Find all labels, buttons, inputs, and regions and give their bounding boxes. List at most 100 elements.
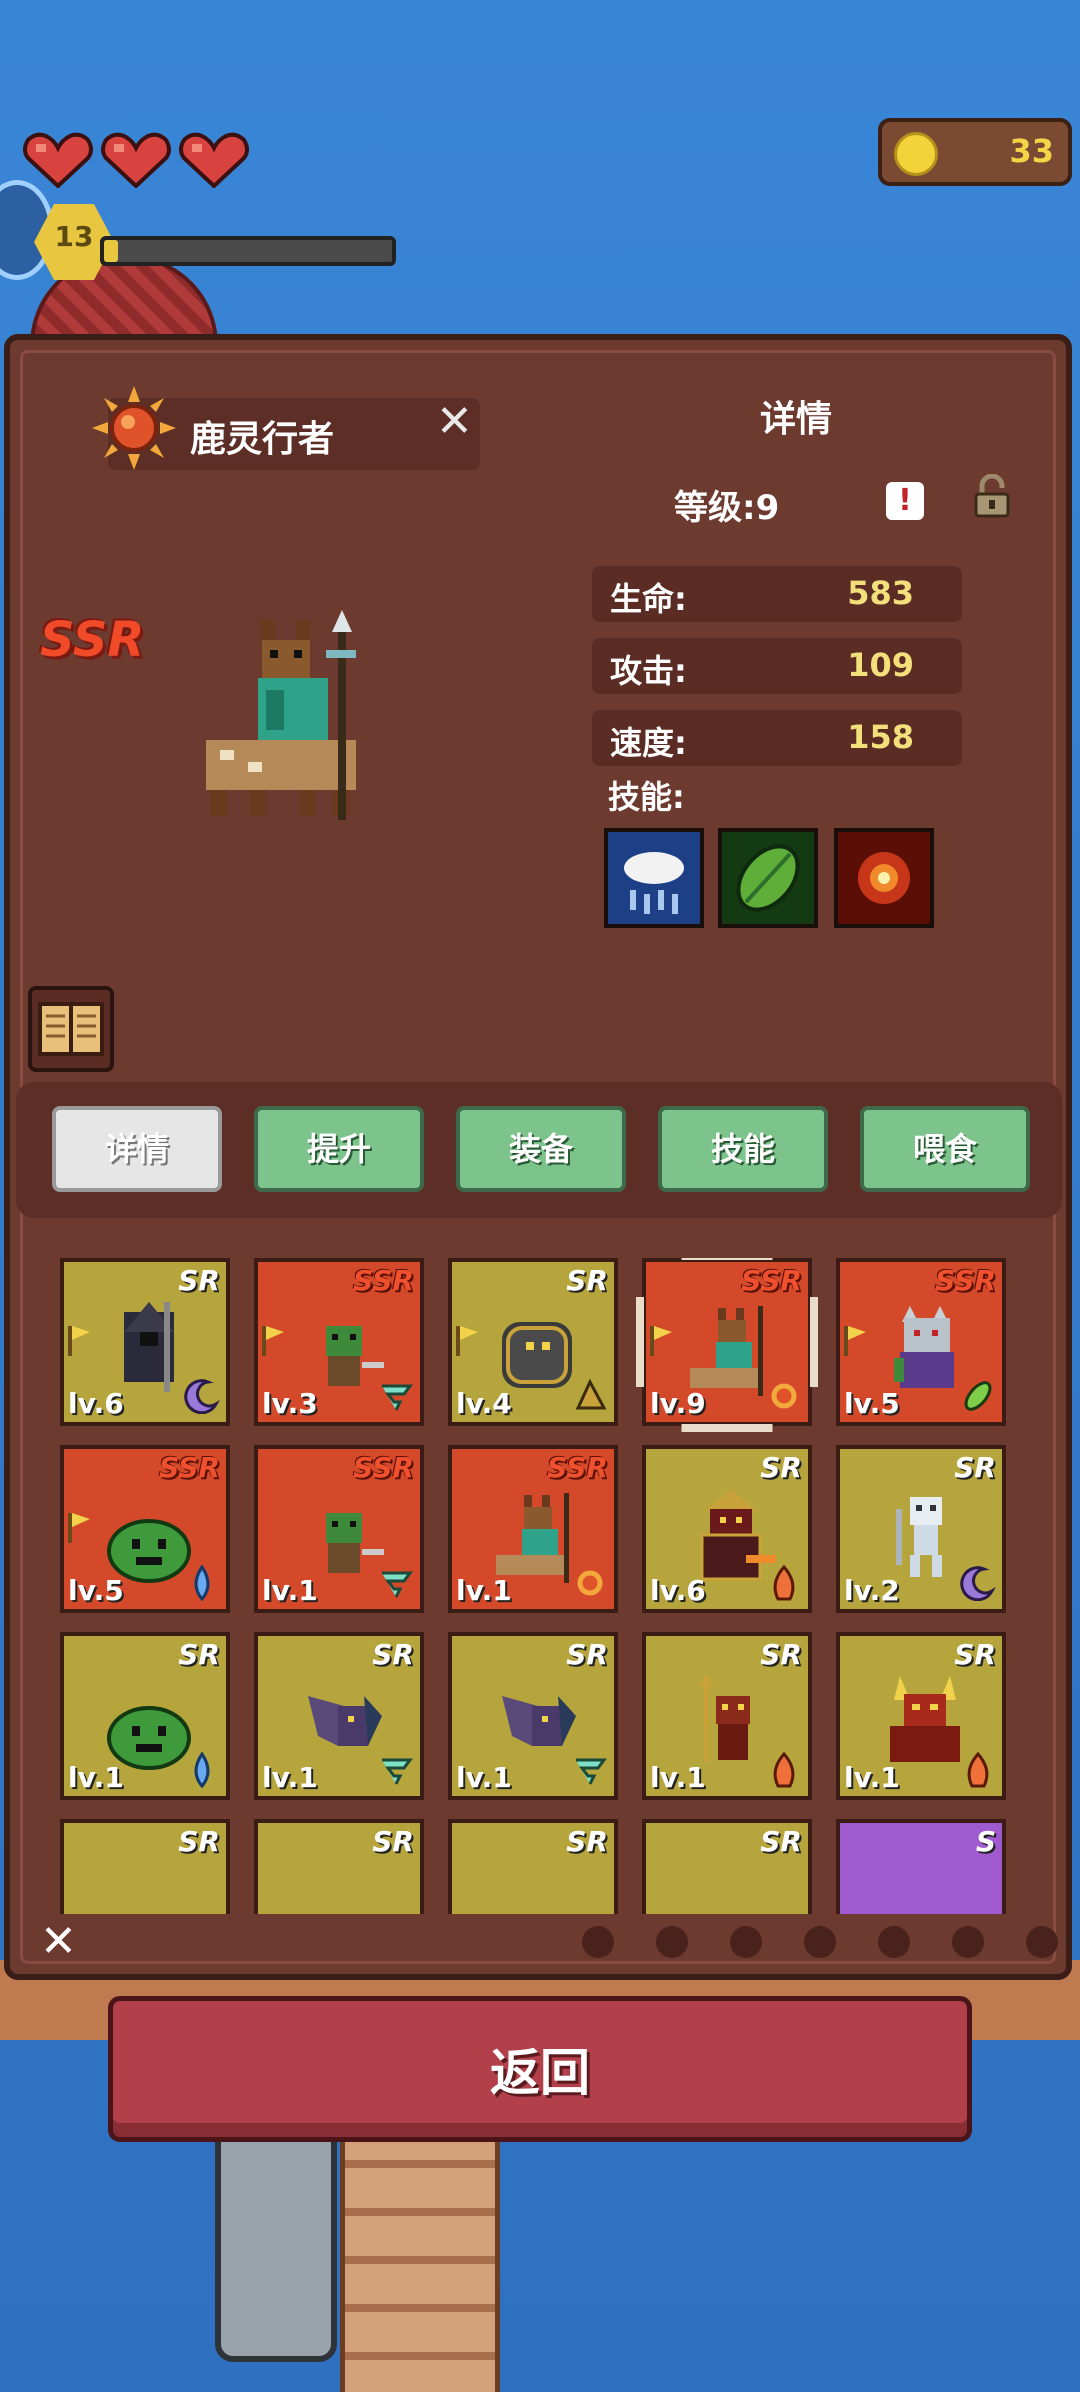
element-filters [576,1918,1064,1962]
hero-card[interactable]: SR lv.1 [836,1632,1006,1800]
lock-icon[interactable] [972,474,1012,518]
stat-label: 攻击: [610,652,687,690]
hero-card[interactable]: SR lv.1 [60,1632,230,1800]
water-icon [194,1565,210,1601]
leaf-icon[interactable] [718,828,818,928]
monster-sprite [690,1306,763,1396]
return-button[interactable]: 返回 [108,1996,972,2142]
hearts-bar [22,132,250,189]
flag-icon [844,1326,866,1356]
fire-icon [967,1752,989,1788]
coin-icon [894,132,938,176]
tab-3[interactable]: 装备 [456,1106,626,1192]
monster-sprite [104,1863,194,1914]
card-level: lv.1 [844,1761,900,1794]
fire-filter-icon[interactable] [576,1918,620,1962]
stat-label: 速度: [610,724,687,762]
coin-counter[interactable]: 33 [878,118,1072,186]
star-filter-icon[interactable] [946,1918,990,1962]
card-level: lv.5 [68,1574,124,1607]
fire-burst-icon[interactable] [834,828,934,928]
hero-card[interactable]: SSR lv.1 [448,1445,618,1613]
flame-filter-icon[interactable] [872,1918,916,1962]
player-level-badge: 13 [20,200,114,280]
card-rarity: SR [178,1638,220,1671]
tab-1[interactable]: 详情 [52,1106,222,1192]
wooden-bridge [340,2120,500,2392]
card-level: lv.1 [262,1574,318,1607]
hero-card[interactable]: SR [60,1819,230,1914]
hero-name: 鹿灵行者 [190,419,335,460]
monster-sprite [492,1863,582,1914]
flag-icon [68,1513,90,1543]
card-rarity: SR [954,1451,996,1484]
card-rarity: SR [372,1638,414,1671]
book-icon[interactable] [28,986,114,1072]
wind-filter-icon[interactable] [798,1918,842,1962]
sun-icon [771,1383,797,1409]
hero-card[interactable]: SSR lv.5 [836,1258,1006,1426]
card-rarity: SR [372,1825,414,1858]
close-icon[interactable]: ✕ [436,396,473,447]
card-level: lv.3 [262,1387,318,1420]
hero-card[interactable]: S [836,1819,1006,1914]
heart-icon [22,132,94,189]
card-level: lv.1 [456,1761,512,1794]
hero-card[interactable]: SR lv.6 [60,1258,230,1426]
moon-filter-icon[interactable] [1020,1918,1064,1962]
card-level: lv.2 [844,1574,900,1607]
return-label: 返回 [490,2044,590,2102]
card-rarity: SR [954,1638,996,1671]
hero-card[interactable]: SR lv.2 [836,1445,1006,1613]
water-filter-icon[interactable] [724,1918,768,1962]
card-rarity: SR [760,1451,802,1484]
sun-icon [577,1570,603,1596]
monster-sprite [686,1863,776,1914]
leaf-icon [964,1381,992,1411]
card-rarity: S [975,1825,996,1858]
card-rarity: SSR [353,1451,414,1484]
hero-card[interactable]: SR lv.1 [448,1632,618,1800]
hero-card[interactable]: SSR lv.9 [642,1258,812,1426]
hero-card[interactable]: SR lv.1 [254,1632,424,1800]
alert-icon[interactable]: ! [886,482,924,520]
card-rarity: SSR [741,1264,802,1297]
hero-card[interactable]: SR lv.6 [642,1445,812,1613]
moon-icon [960,1566,996,1601]
tab-5[interactable]: 喂食 [860,1106,1030,1192]
sun-icon [92,386,176,470]
hero-card[interactable]: SR lv.1 [642,1632,812,1800]
heart-icon [100,132,172,189]
card-level: lv.1 [650,1761,706,1794]
heart-icon [178,132,250,189]
stat-row: 生命: 583 [592,566,962,622]
hero-card[interactable]: SR [448,1819,618,1914]
stat-value: 583 [847,574,914,612]
tab-4[interactable]: 技能 [658,1106,828,1192]
card-rarity: SR [566,1825,608,1858]
snow-cloud-icon[interactable] [604,828,704,928]
hero-card[interactable]: SR [642,1819,812,1914]
flag-icon [650,1326,672,1356]
card-level: lv.6 [650,1574,706,1607]
card-rarity: SR [178,1264,220,1297]
hero-card[interactable]: SR [254,1819,424,1914]
water-icon [194,1752,210,1788]
close-icon[interactable]: ✕ [40,1916,77,1967]
stat-label: 生命: [610,580,687,618]
earth-filter-icon[interactable] [650,1918,694,1962]
hero-card[interactable]: SSR lv.5 [60,1445,230,1613]
card-rarity: SR [760,1638,802,1671]
panel-title: 详情 [760,399,833,440]
card-level: lv.9 [650,1387,706,1420]
hero-card[interactable]: SSR lv.3 [254,1258,424,1426]
card-rarity: SR [566,1638,608,1671]
flag-icon [262,1326,284,1356]
tab-2[interactable]: 提升 [254,1106,424,1192]
card-level: lv.5 [844,1387,900,1420]
hero-card[interactable]: SR lv.4 [448,1258,618,1426]
wind-icon [382,1571,413,1598]
stat-row: 速度: 158 [592,710,962,766]
hero-card[interactable]: SSR lv.1 [254,1445,424,1613]
boat-hull [215,2120,337,2362]
